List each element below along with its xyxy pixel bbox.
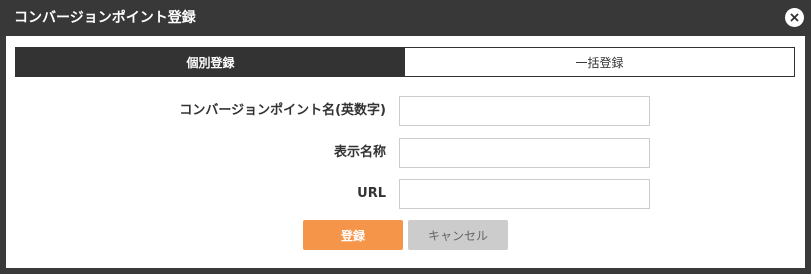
conversion-point-name-label: コンバージョンポイント名(英数字) [179, 103, 386, 118]
close-button[interactable] [785, 8, 804, 27]
registration-tabs: 個別登録 一括登録 [15, 47, 795, 77]
conversion-point-dialog: コンバージョンポイント登録 個別登録 一括登録 コンバージョンポイント名(英数字… [0, 0, 811, 274]
display-name-input[interactable] [399, 138, 650, 168]
dialog-title: コンバージョンポイント登録 [14, 10, 196, 26]
url-label: URL [357, 186, 386, 201]
tab-individual-registration[interactable]: 個別登録 [16, 48, 405, 76]
url-input[interactable] [399, 179, 650, 209]
register-button[interactable]: 登録 [303, 220, 403, 250]
close-icon [790, 13, 799, 22]
cancel-button[interactable]: キャンセル [408, 220, 508, 250]
display-name-label: 表示名称 [333, 145, 386, 160]
dialog-body: 個別登録 一括登録 コンバージョンポイント名(英数字) 表示名称 URL 登録 … [6, 36, 805, 268]
tab-bulk-registration[interactable]: 一括登録 [405, 48, 794, 76]
dialog-titlebar: コンバージョンポイント登録 [0, 0, 811, 36]
conversion-point-name-input[interactable] [399, 96, 650, 126]
